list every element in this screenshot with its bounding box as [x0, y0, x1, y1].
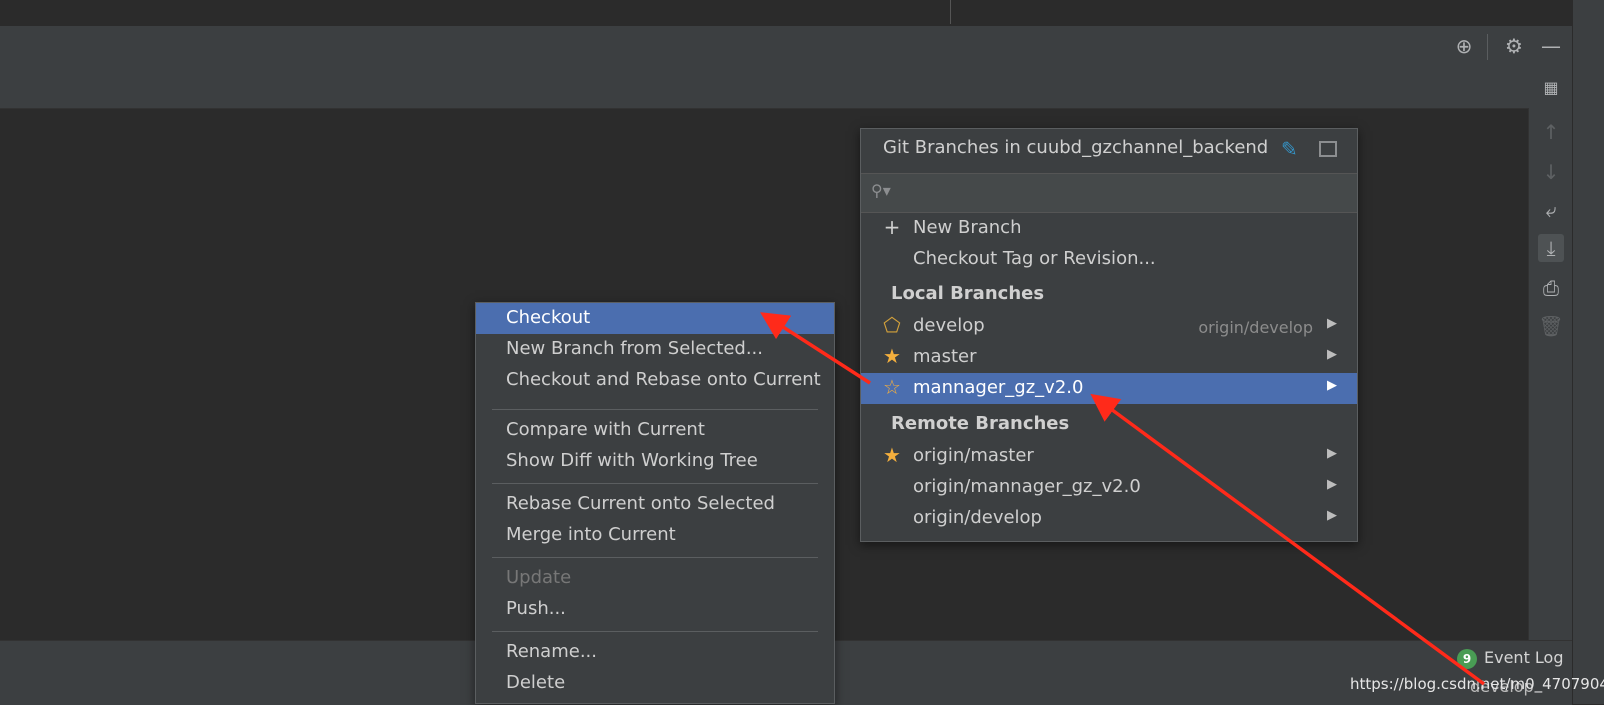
branch-search-field[interactable]: ⚲▾ — [861, 173, 1357, 213]
remote-branch-origin-master[interactable]: ★ origin/master ▶ — [861, 441, 1357, 472]
action-label: Checkout Tag or Revision... — [913, 248, 1156, 269]
watermark-text: https://blog.csdn.net/m0_47079048 — [1350, 675, 1604, 693]
menu-separator — [492, 631, 818, 632]
checkout-tag-action[interactable]: Checkout Tag or Revision... — [861, 244, 1357, 275]
menu-item-new-branch-from-selected[interactable]: New Branch from Selected... — [476, 334, 834, 365]
tracking-branch: origin/develop — [1198, 318, 1313, 337]
branch-item-develop[interactable]: ⬠ develop origin/develop ▶ — [861, 311, 1357, 342]
star-filled-icon: ★ — [883, 344, 901, 368]
menu-item-rebase-current[interactable]: Rebase Current onto Selected — [476, 489, 834, 520]
right-tool-window-bar — [1572, 0, 1604, 704]
event-count-badge[interactable]: 9 — [1457, 649, 1477, 669]
gear-icon[interactable]: ⚙ — [1501, 34, 1527, 58]
editor-tab-strip — [0, 0, 1572, 27]
remote-branch-origin-mannager[interactable]: origin/mannager_gz_v2.0 ▶ — [861, 472, 1357, 503]
crosshair-icon[interactable]: ⊕ — [1451, 34, 1477, 58]
scroll-to-end-icon[interactable]: ⤓ — [1538, 234, 1564, 262]
action-label: New Branch — [913, 217, 1022, 238]
menu-item-compare-with-current[interactable]: Compare with Current — [476, 415, 834, 446]
menu-item-checkout-and-rebase[interactable]: Checkout and Rebase onto Current — [476, 365, 834, 396]
menu-separator — [492, 409, 818, 410]
tool-window-header — [0, 26, 1572, 109]
soft-wrap-icon[interactable]: ⤶ — [1538, 196, 1564, 224]
popup-title: Git Branches in cuubd_gzchannel_backend — [883, 137, 1269, 158]
submenu-arrow-icon: ▶ — [1327, 316, 1337, 331]
submenu-arrow-icon: ▶ — [1327, 446, 1337, 461]
expand-icon[interactable] — [1319, 141, 1337, 157]
arrow-up-icon[interactable]: ↑ — [1538, 118, 1564, 146]
local-branches-header: Local Branches — [891, 283, 1045, 304]
remote-branches-header: Remote Branches — [891, 413, 1070, 434]
print-icon[interactable]: ⎙ — [1538, 274, 1564, 302]
pin-icon[interactable]: ✎ — [1281, 137, 1298, 161]
header-separator — [1487, 34, 1488, 60]
search-icon: ⚲▾ — [871, 181, 891, 200]
event-log-button[interactable]: Event Log — [1484, 648, 1564, 667]
branch-name: develop — [913, 315, 985, 336]
trash-icon[interactable]: 🗑 — [1538, 312, 1564, 340]
menu-separator — [492, 557, 818, 558]
menu-separator — [492, 483, 818, 484]
menu-item-rename[interactable]: Rename... — [476, 637, 834, 668]
menu-item-delete[interactable]: Delete — [476, 668, 834, 699]
branch-context-menu: Checkout New Branch from Selected... Che… — [475, 302, 835, 704]
star-outline-icon: ☆ — [883, 375, 901, 399]
git-branches-popup: Git Branches in cuubd_gzchannel_backend … — [860, 128, 1358, 542]
remote-branch-origin-develop[interactable]: origin/develop ▶ — [861, 503, 1357, 534]
submenu-arrow-icon: ▶ — [1327, 477, 1337, 492]
tag-icon: ⬠ — [883, 313, 901, 337]
branch-item-master[interactable]: ★ master ▶ — [861, 342, 1357, 373]
menu-item-push[interactable]: Push... — [476, 594, 834, 625]
plus-icon: + — [883, 215, 901, 239]
submenu-arrow-icon: ▶ — [1327, 378, 1337, 393]
submenu-arrow-icon: ▶ — [1327, 347, 1337, 362]
menu-item-merge-into-current[interactable]: Merge into Current — [476, 520, 834, 551]
branch-name: origin/mannager_gz_v2.0 — [913, 476, 1141, 497]
branch-name: master — [913, 346, 977, 367]
minimize-icon[interactable]: — — [1538, 34, 1564, 58]
branch-item-mannager-gz-v2[interactable]: ☆ mannager_gz_v2.0 ▶ — [861, 373, 1357, 404]
submenu-arrow-icon: ▶ — [1327, 508, 1337, 523]
branch-name: origin/develop — [913, 507, 1042, 528]
splitter[interactable] — [950, 0, 951, 24]
branch-name: origin/master — [913, 445, 1034, 466]
new-branch-action[interactable]: + New Branch — [861, 213, 1357, 244]
menu-item-checkout[interactable]: Checkout — [476, 303, 834, 334]
menu-item-update: Update — [506, 567, 572, 588]
star-filled-icon: ★ — [883, 443, 901, 467]
menu-item-show-diff[interactable]: Show Diff with Working Tree — [476, 446, 834, 477]
tool-window-side-toolbar — [1528, 108, 1573, 640]
layout-icon[interactable]: ▦ — [1538, 76, 1564, 100]
branch-name: mannager_gz_v2.0 — [913, 377, 1084, 398]
arrow-down-icon[interactable]: ↓ — [1538, 158, 1564, 186]
